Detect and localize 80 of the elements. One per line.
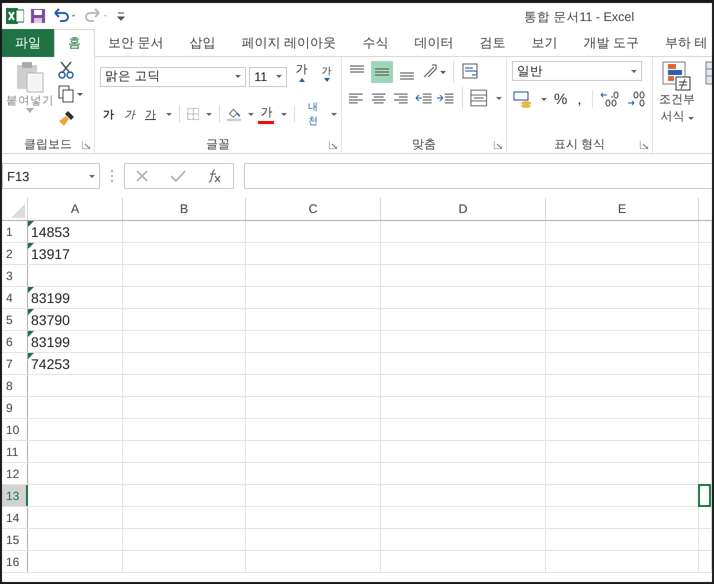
save-icon[interactable]	[30, 8, 46, 24]
comma-button[interactable]: ,	[574, 90, 585, 108]
border-icon[interactable]	[186, 106, 200, 122]
ribbon-tab[interactable]: 부하 테	[652, 29, 712, 57]
excel-logo-icon[interactable]	[6, 8, 24, 24]
ribbon-tab[interactable]: 데이터	[401, 29, 466, 57]
font-color-button[interactable]: 가	[258, 104, 274, 124]
row-header[interactable]: 15	[2, 529, 28, 550]
name-box[interactable]: F13	[2, 163, 100, 189]
column-header[interactable]: C	[246, 198, 381, 220]
shrink-font-button[interactable]: 가	[316, 64, 337, 89]
customize-menu-icon[interactable]	[116, 10, 126, 22]
insert-function-icon[interactable]	[206, 169, 223, 183]
table-cell: 83199	[31, 290, 70, 306]
error-indicator-icon[interactable]	[28, 309, 34, 315]
ribbon-tab[interactable]: 보기	[518, 29, 570, 57]
dialog-launcher-icon[interactable]	[82, 141, 90, 149]
conditional-format-icon	[662, 61, 692, 91]
row-header[interactable]: 3	[2, 265, 28, 286]
copy-icon[interactable]	[58, 85, 84, 103]
clipboard-icon	[15, 61, 45, 93]
ribbon-tab[interactable]: 홈	[54, 29, 95, 57]
italic-button[interactable]: 가	[121, 106, 138, 122]
table-cell: 14853	[31, 224, 70, 240]
paste-button[interactable]: 붙여넣기	[6, 61, 54, 135]
group-label: 글꼴	[206, 136, 230, 152]
row-header[interactable]: 11	[2, 441, 28, 462]
group-label: 맞춤	[412, 136, 436, 152]
percent-button[interactable]: %	[551, 90, 570, 108]
window-title: 통합 문서11 - Excel	[524, 9, 634, 26]
row-header[interactable]: 14	[2, 507, 28, 528]
table-cell: 83790	[31, 312, 70, 328]
row-header[interactable]: 13	[2, 485, 28, 506]
formula-input-field[interactable]	[244, 163, 712, 189]
font-name-dropdown[interactable]: 맑은 고딕	[100, 66, 246, 86]
ribbon-tab[interactable]: 보안 문서	[95, 29, 177, 57]
format-painter-icon[interactable]	[58, 109, 76, 127]
column-header[interactable]: B	[123, 198, 246, 220]
conditional-formatting-button[interactable]: 조건부 서식	[659, 61, 695, 153]
bold-button[interactable]: 가	[100, 106, 117, 122]
scissors-icon[interactable]	[58, 61, 74, 79]
table-cell: 83199	[31, 334, 70, 350]
group-label: 표시 형식	[554, 136, 606, 152]
column-header[interactable]: E	[546, 198, 699, 220]
group-label: 클립보드	[24, 136, 72, 152]
ribbon-tab[interactable]: 수식	[349, 29, 402, 57]
ribbon-tab[interactable]: 페이지 레이아웃	[228, 29, 350, 57]
row-header[interactable]: 9	[2, 397, 28, 418]
ribbon-tab[interactable]: 삽입	[176, 29, 229, 57]
caret-icon	[26, 108, 34, 113]
grow-font-button[interactable]: 가	[290, 61, 314, 92]
row-header[interactable]: 10	[2, 419, 28, 440]
file-tab[interactable]: 파일	[2, 29, 54, 57]
middle-align-icon[interactable]	[371, 61, 393, 83]
font-size-dropdown[interactable]: 11	[249, 66, 288, 86]
enter-check-icon[interactable]	[170, 169, 186, 183]
row-header[interactable]: 16	[2, 551, 28, 572]
ribbon-tab[interactable]: 개발 도구	[570, 29, 652, 57]
column-header[interactable]: A	[28, 198, 123, 220]
error-indicator-icon[interactable]	[28, 353, 34, 359]
table-cell: 74253	[31, 356, 70, 372]
dialog-launcher-icon[interactable]	[329, 141, 337, 149]
error-indicator-icon[interactable]	[28, 331, 34, 337]
number-format-dropdown[interactable]: 일반	[512, 61, 642, 81]
currency-icon[interactable]	[512, 89, 534, 109]
table-cell: 13917	[31, 246, 70, 262]
underline-button[interactable]: 가	[142, 106, 159, 122]
error-indicator-icon[interactable]	[28, 287, 34, 293]
phonetic-guide-button[interactable]: 내천	[302, 100, 324, 128]
more-options-icon[interactable]	[110, 169, 114, 183]
triangle-icon	[11, 204, 25, 218]
dialog-launcher-icon[interactable]	[640, 141, 648, 149]
error-indicator-icon[interactable]	[28, 243, 34, 249]
column-header[interactable]: D	[381, 198, 546, 220]
ribbon-tab[interactable]: 검토	[466, 29, 518, 57]
undo-icon[interactable]	[52, 8, 78, 24]
row-header[interactable]: 12	[2, 463, 28, 484]
selected-cell[interactable]	[698, 484, 711, 507]
dialog-launcher-icon[interactable]	[494, 141, 502, 149]
row-header[interactable]: 8	[2, 375, 28, 396]
